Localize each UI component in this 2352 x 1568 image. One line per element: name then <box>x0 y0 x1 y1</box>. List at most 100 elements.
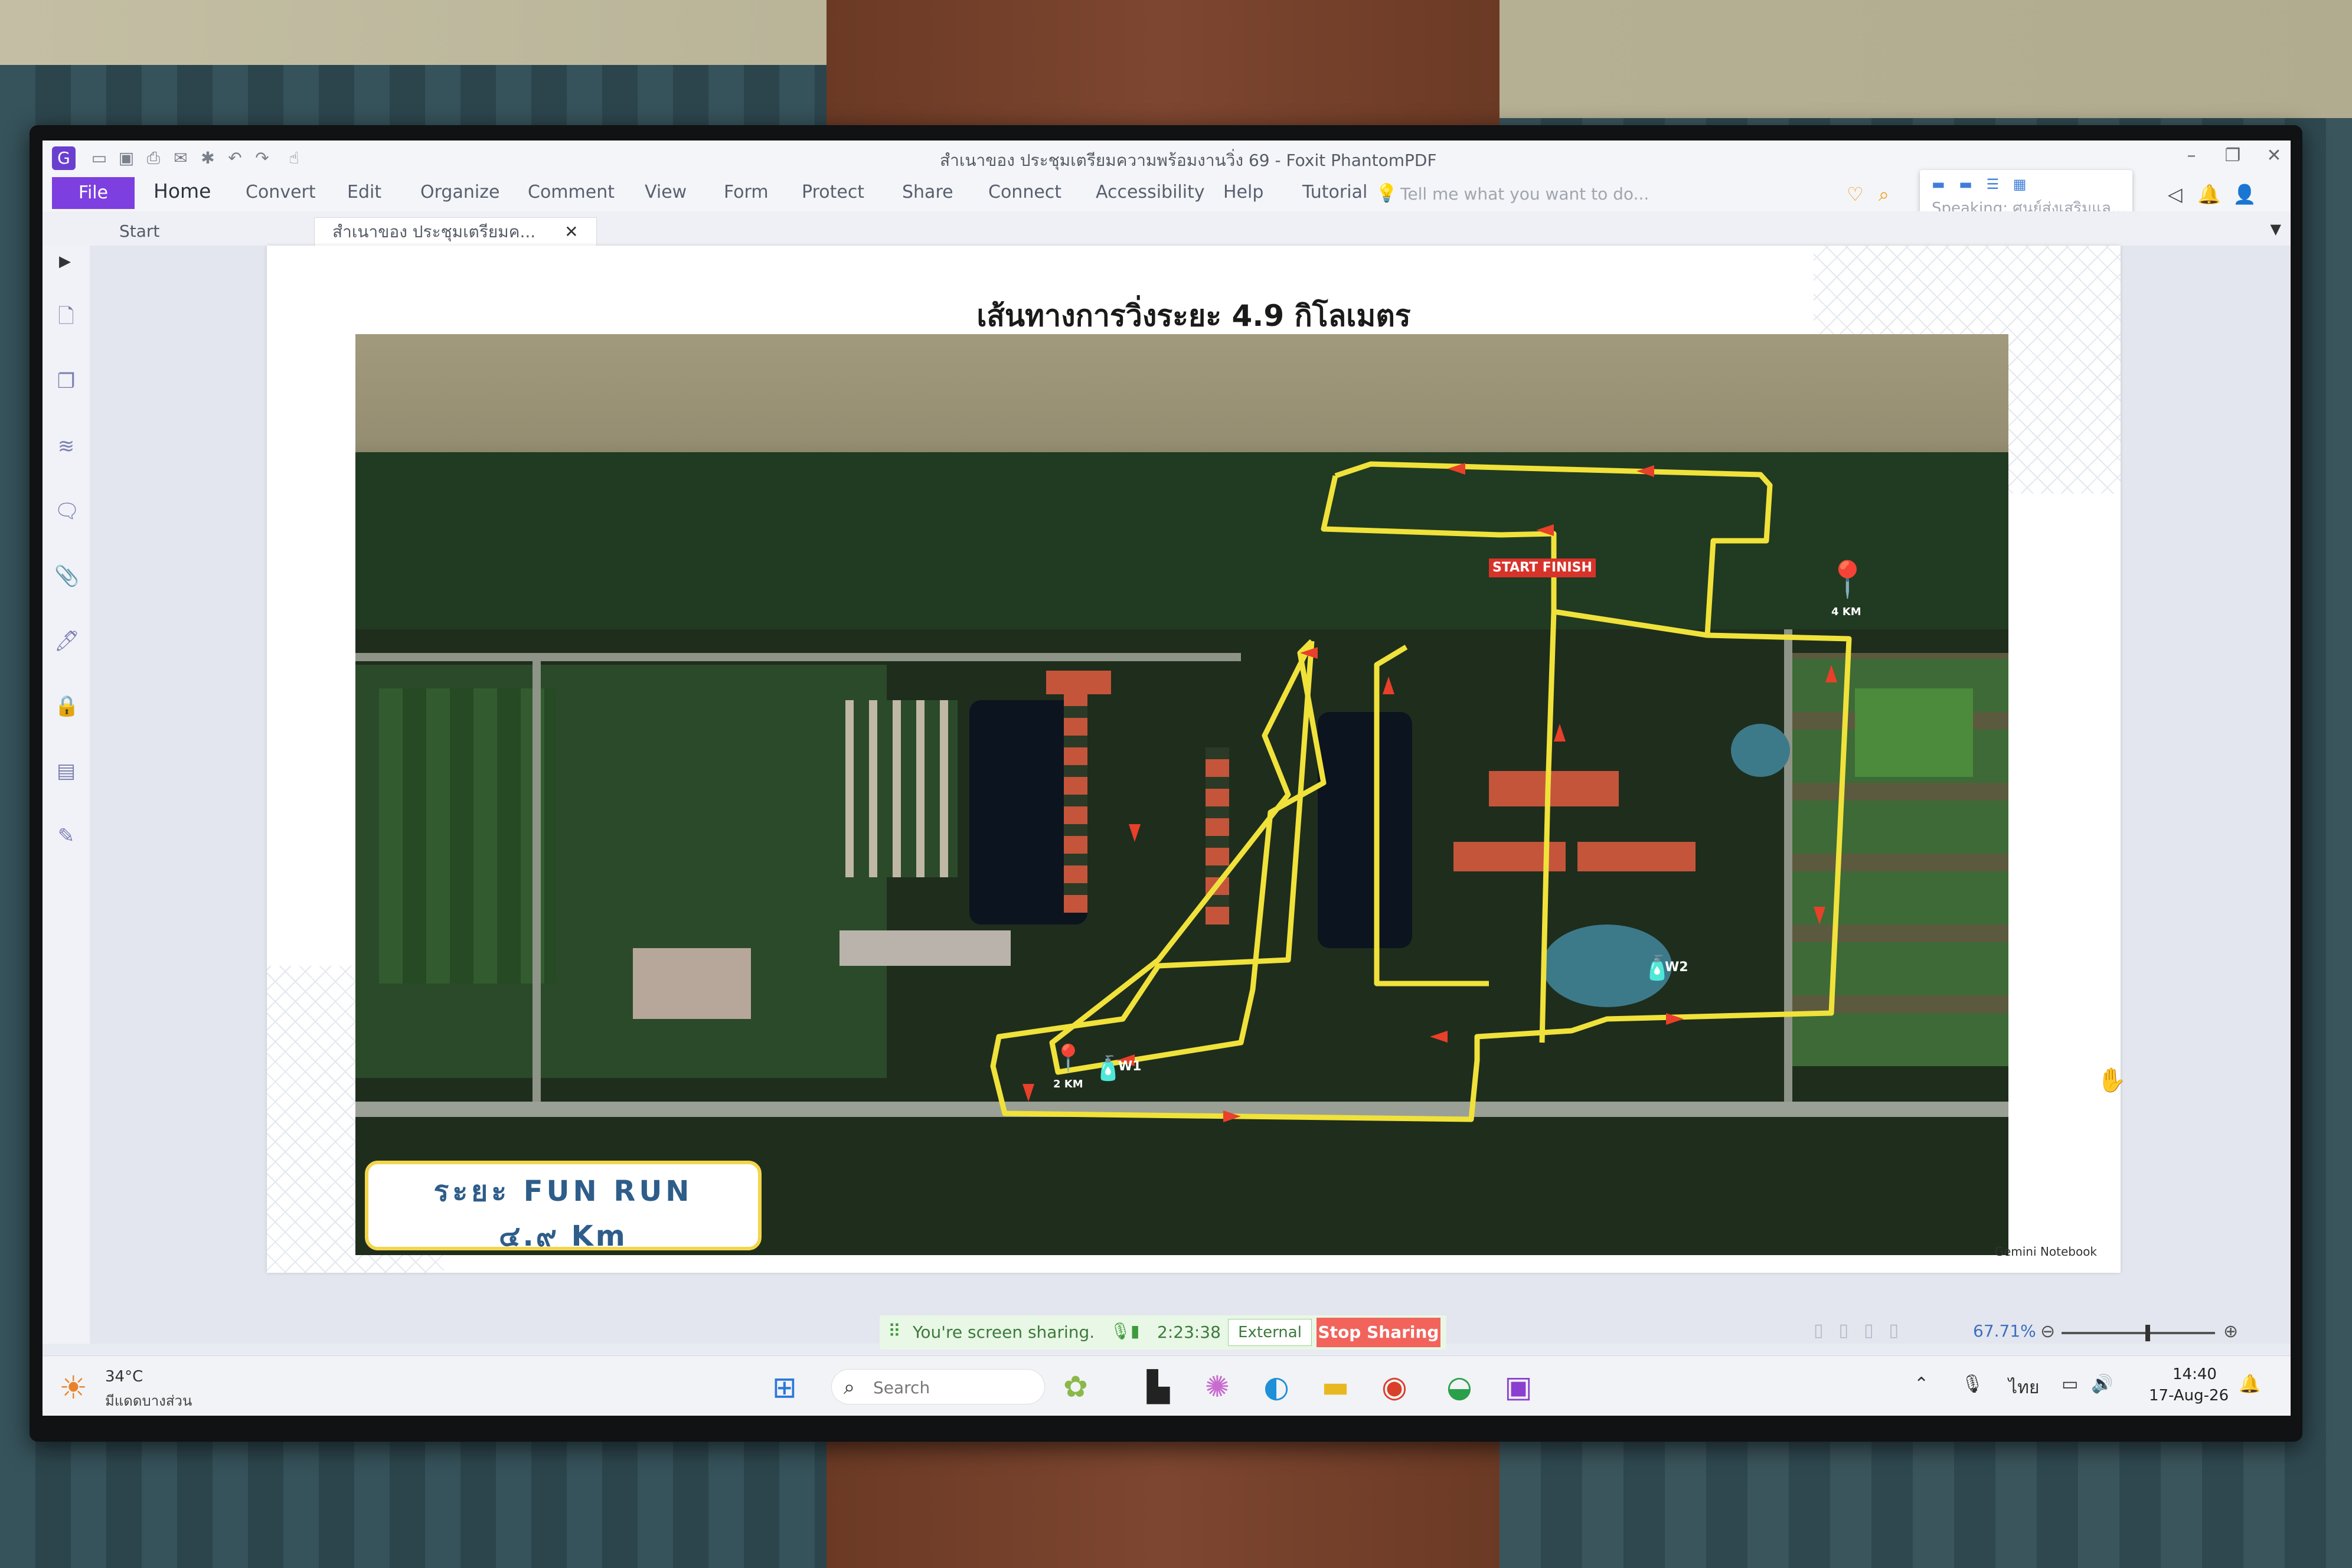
monitor-screen: G ▭ ▣ ⎙ ✉ ✱ ↶ ↷ ☝ สำเนาของ ประชุมเตรียมค… <box>43 141 2291 1416</box>
menu-connect[interactable]: Connect <box>988 182 1061 202</box>
zoom-slider-knob[interactable] <box>2145 1325 2150 1341</box>
tab-start[interactable]: Start <box>119 217 159 246</box>
restore-button[interactable]: ❐ <box>2215 144 2250 168</box>
fun-run-distance: ๔.๙ Km <box>499 1220 628 1253</box>
weather-temperature[interactable]: 34°C <box>105 1368 143 1386</box>
arrow-left-icon[interactable]: ◁ <box>2168 183 2183 205</box>
comments-icon[interactable]: 🗨 <box>54 499 80 523</box>
tab-document[interactable]: สำเนาของ ประชุมเตรียมค... ✕ <box>314 217 597 246</box>
weather-description[interactable]: มีแดดบางส่วน <box>105 1389 192 1412</box>
search-placeholder: Search <box>873 1378 930 1397</box>
marker-4km: 4 KM <box>1831 606 1861 618</box>
input-language[interactable]: ไทย <box>2008 1374 2039 1402</box>
redo-icon[interactable]: ↷ <box>253 149 272 168</box>
menu-protect[interactable]: Protect <box>802 182 864 202</box>
notification-bell-icon[interactable]: 🔔 <box>2239 1374 2260 1394</box>
speaking-bars-icon: ▬ ▬ ☰ ▦ <box>1932 176 2031 192</box>
route-map: START FINISH 📍 4 KM 📍 2 KM 🧴 W1 🧴 W2 ระย… <box>355 334 2008 1255</box>
task-view-icon[interactable]: ▙ <box>1141 1369 1176 1404</box>
close-icon[interactable]: ✕ <box>564 222 578 241</box>
zoom-in-icon[interactable]: ⊕ <box>2223 1321 2238 1342</box>
menu-share[interactable]: Share <box>902 182 953 202</box>
print-icon[interactable]: ⎙ <box>144 149 163 168</box>
clock-time[interactable]: 14:40 <box>2173 1366 2217 1383</box>
route-arrow <box>1383 677 1394 694</box>
meeting-app-icon[interactable]: ◒ <box>1442 1369 1477 1404</box>
taskbar-search[interactable]: ⌕ Search <box>831 1369 1045 1404</box>
close-button[interactable]: ✕ <box>2256 144 2291 168</box>
marker-2km: 2 KM <box>1053 1078 1083 1090</box>
signature-icon[interactable]: 🖊 <box>54 629 80 653</box>
route-arrow <box>1430 1031 1448 1043</box>
attachment-icon[interactable]: 📎 <box>54 564 79 588</box>
open-icon[interactable]: ▭ <box>90 149 109 168</box>
menu-comment[interactable]: Comment <box>528 182 615 202</box>
fields-icon[interactable]: ▤ <box>54 759 78 783</box>
chrome-icon[interactable]: ◉ <box>1377 1369 1412 1404</box>
sharing-timer: 2:23:38 <box>1157 1322 1221 1342</box>
navigation-panel: ▶ 🗋 ❐ ≋ 🗨 📎 🖊 🔒 ▤ ✎ <box>43 246 90 1344</box>
clock-date[interactable]: 17-Aug-26 <box>2149 1387 2229 1404</box>
drag-handle-icon[interactable]: ⠿ <box>888 1321 901 1342</box>
sharing-message: You're screen sharing. <box>913 1322 1095 1342</box>
file-tab[interactable]: File <box>52 177 135 209</box>
water-station-w1: W1 <box>1118 1059 1142 1074</box>
screen-sharing-bar: ⠿ You're screen sharing. 🎙 ▮ 2:23:38 Ext… <box>880 1315 1446 1350</box>
foxit-logo-icon: G <box>52 146 76 170</box>
tools-icon[interactable]: ✎ <box>54 824 78 848</box>
zoom-slider[interactable] <box>2062 1332 2215 1334</box>
menu-view[interactable]: View <box>645 182 687 202</box>
file-explorer-icon[interactable]: ▬ <box>1318 1369 1353 1404</box>
expand-panel-icon[interactable]: ▶ <box>59 253 71 270</box>
email-icon[interactable]: ✉ <box>171 149 190 168</box>
slide-title: เส้นทางการวิ่งระยะ 4.9 กิโลเมตร <box>976 299 1411 333</box>
search-tool-icon[interactable]: ⌕ <box>1879 183 1889 206</box>
zoom-out-icon[interactable]: ⊖ <box>2040 1321 2055 1342</box>
menu-convert[interactable]: Convert <box>246 182 316 202</box>
new-icon[interactable]: ✱ <box>198 149 217 168</box>
route-west <box>1374 645 1489 986</box>
tell-me-input[interactable]: Tell me what you want to do... <box>1400 184 1649 204</box>
display-icon[interactable]: ▭ <box>2062 1374 2078 1394</box>
lock-icon[interactable]: 🔒 <box>54 694 79 718</box>
undo-icon[interactable]: ↶ <box>226 149 244 168</box>
minimize-button[interactable]: – <box>2174 144 2209 168</box>
zoom-level[interactable]: 67.71% <box>1973 1321 2036 1341</box>
external-badge: External <box>1228 1319 1312 1346</box>
mic-icon[interactable]: 🎙 <box>1110 1321 1131 1341</box>
hand-tool-icon[interactable]: ☝ <box>285 149 303 168</box>
notification-icon[interactable]: 🔔 <box>2197 183 2221 205</box>
document-viewport[interactable]: เส้นทางการวิ่งระยะ 4.9 กิโลเมตร START FI… <box>90 246 2291 1344</box>
pages-icon[interactable]: ❐ <box>54 370 78 393</box>
heart-icon[interactable]: ♡ <box>1847 183 1864 205</box>
lightbulb-icon: 💡 <box>1376 183 1398 204</box>
microphone-icon[interactable]: 🎙 <box>1961 1374 1984 1394</box>
view-mode-icons[interactable]: ▯▯▯▯ <box>1814 1320 1914 1341</box>
edge-icon[interactable]: ◐ <box>1259 1369 1294 1404</box>
menu-home[interactable]: Home <box>153 179 211 202</box>
menu-edit[interactable]: Edit <box>347 182 381 202</box>
route-arrows <box>1023 463 1837 1122</box>
save-icon[interactable]: ▣ <box>117 149 136 168</box>
chevron-down-icon[interactable]: ▼ <box>2271 221 2281 237</box>
menu-form[interactable]: Form <box>724 182 769 202</box>
volume-icon[interactable]: 🔊 <box>2091 1374 2113 1394</box>
signal-icon: ▮ <box>1131 1321 1140 1341</box>
windows-start-icon[interactable]: ⊞ <box>772 1373 802 1402</box>
layers-icon[interactable]: ≋ <box>54 435 78 458</box>
bookmark-icon[interactable]: 🗋 <box>54 305 78 328</box>
route-arrow <box>1223 1110 1241 1122</box>
menu-help[interactable]: Help <box>1223 182 1263 202</box>
stop-sharing-button[interactable]: Stop Sharing <box>1317 1318 1440 1347</box>
menu-organize[interactable]: Organize <box>420 182 499 202</box>
foxit-taskbar-icon[interactable]: ▣ <box>1501 1369 1536 1404</box>
weather-sun-icon[interactable]: ☀ <box>59 1369 87 1406</box>
menu-tutorial[interactable]: Tutorial <box>1302 182 1367 202</box>
copilot-icon[interactable]: ✺ <box>1200 1369 1235 1404</box>
route-arrow <box>1636 465 1654 477</box>
chevron-up-icon[interactable]: ⌃ <box>1914 1374 1929 1394</box>
user-icon[interactable]: 👤 <box>2233 183 2256 205</box>
fun-run-title: ระยะ FUN RUN <box>433 1175 693 1208</box>
menu-accessibility[interactable]: Accessibility <box>1096 182 1205 202</box>
widget-icon[interactable]: ✿ <box>1058 1369 1093 1404</box>
